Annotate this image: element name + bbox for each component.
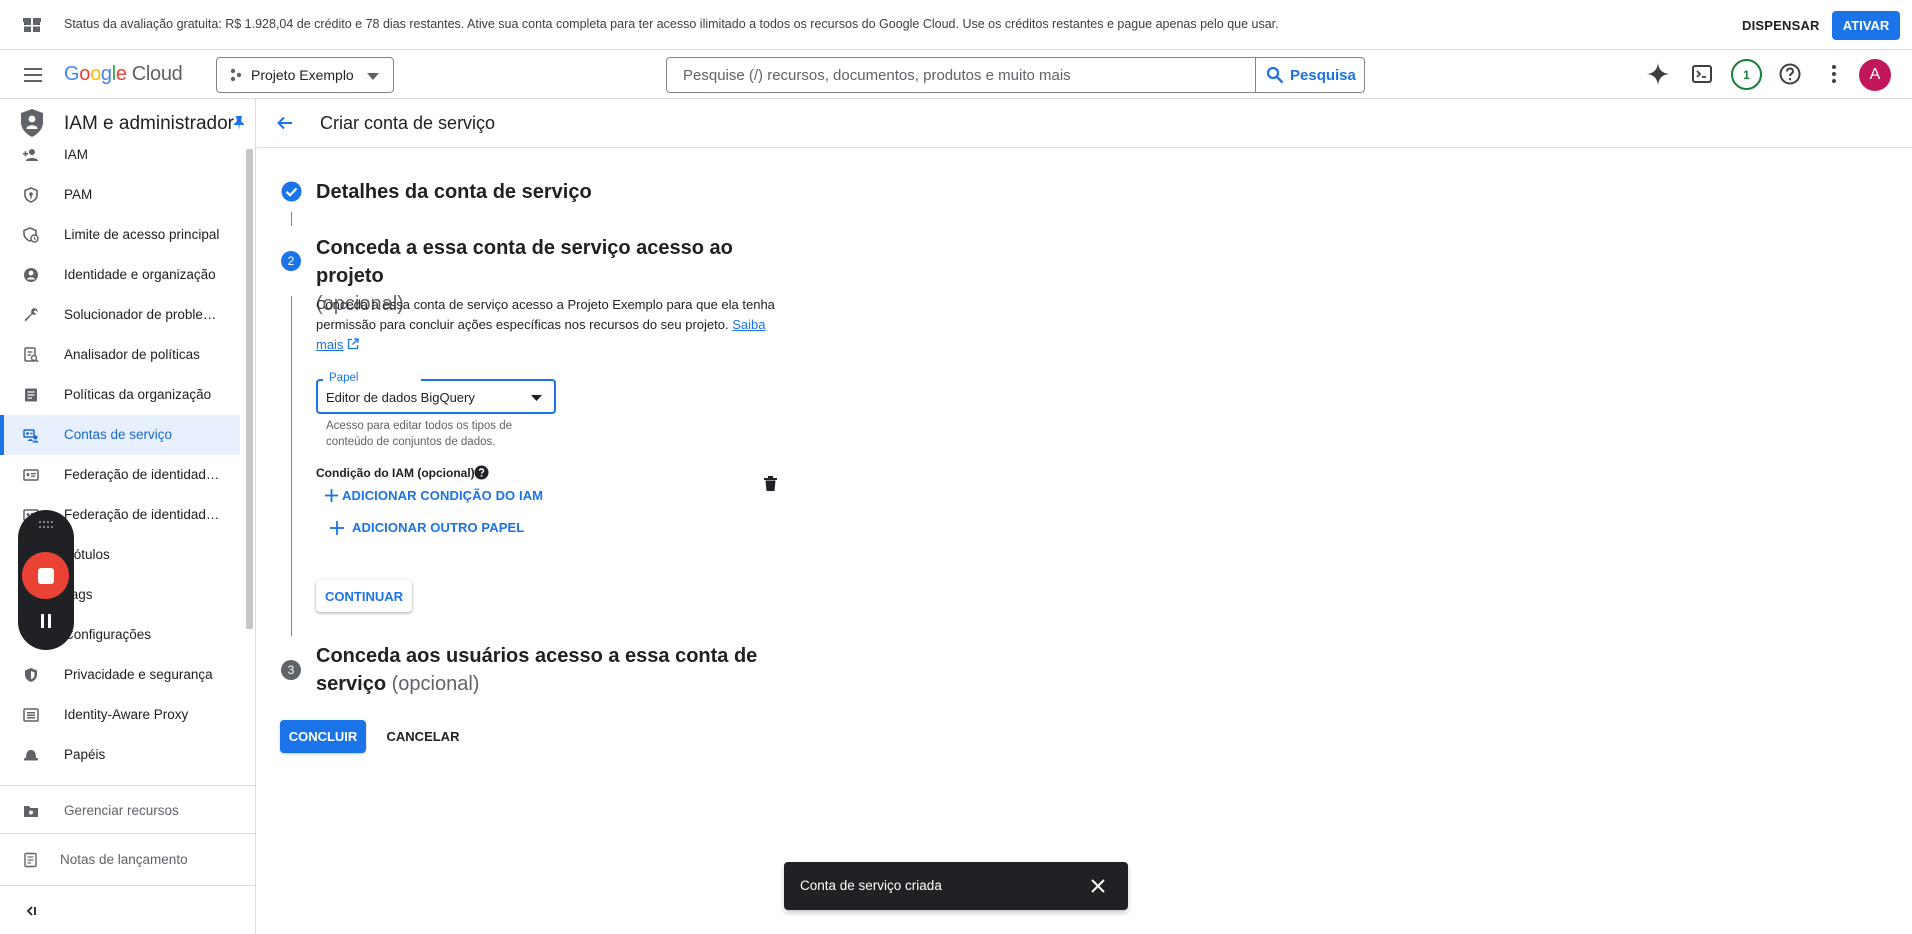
release-notes-icon: [23, 852, 39, 868]
shield-key-icon: [23, 187, 39, 203]
sidebar-item-pam[interactable]: PAM: [0, 175, 240, 215]
step3-title[interactable]: Conceda aos usuários acesso a essa conta…: [316, 642, 796, 698]
snackbar: Conta de serviço criada: [784, 862, 1128, 910]
search-button[interactable]: Pesquisa: [1255, 58, 1364, 92]
help-circle-icon[interactable]: [474, 465, 489, 480]
screen-recorder-widget: [18, 510, 74, 650]
finish-button[interactable]: CONCLUIR: [280, 720, 366, 753]
step-connector: [291, 296, 292, 636]
sidebar-divider: [0, 885, 256, 886]
sidebar-item-workload-identity-federation[interactable]: Federação de identidade da carga de trab…: [0, 455, 240, 495]
chevron-down-icon: [367, 73, 379, 80]
gift-icon: [22, 14, 42, 34]
sidebar-scrollbar[interactable]: [246, 149, 253, 629]
back-arrow-icon[interactable]: [275, 113, 295, 133]
stop-recording-button[interactable]: [22, 552, 69, 599]
main-menu-icon[interactable]: [22, 64, 44, 86]
sidebar-item-identity-organization[interactable]: Identidade e organização: [0, 255, 240, 295]
project-selector[interactable]: Projeto Exemplo: [216, 57, 394, 93]
external-link-icon: [347, 338, 359, 350]
manage-resources-icon: [23, 803, 39, 819]
trial-status-message: Status da avaliação gratuita: R$ 1.928,0…: [64, 17, 1279, 31]
snackbar-message: Conta de serviço criada: [800, 878, 942, 893]
shield-icon: [23, 667, 39, 683]
step2-description: Conceda a essa conta de serviço acesso a…: [316, 297, 775, 352]
account-avatar[interactable]: A: [1859, 59, 1891, 91]
iam-condition-label: Condição do IAM (opcional): [316, 466, 475, 480]
dismiss-button[interactable]: DISPENSAR: [1730, 12, 1832, 38]
release-notes-link[interactable]: Notas de lançamento: [0, 840, 256, 880]
sidebar-item-organization-policies[interactable]: Políticas da organização: [0, 375, 240, 415]
sidebar-item-service-accounts[interactable]: Contas de serviço: [0, 415, 240, 455]
continue-button[interactable]: CONTINUAR: [316, 580, 412, 612]
help-icon[interactable]: [1778, 62, 1802, 86]
cloud-shell-terminal-icon[interactable]: [1690, 62, 1714, 86]
stop-icon: [37, 567, 54, 584]
sidebar-item-roles[interactable]: Papéis: [0, 735, 240, 775]
project-name: Projeto Exemplo: [251, 67, 354, 83]
role-value: Editor de dados BigQuery: [326, 390, 475, 405]
search-bar: Pesquisa: [666, 57, 1365, 93]
search-input[interactable]: [667, 58, 1255, 92]
service-account-icon: [23, 427, 39, 443]
sidebar-item-privacy-security[interactable]: Privacidade e segurança: [0, 655, 240, 695]
page-header: Criar conta de serviço: [257, 99, 1912, 148]
sidebar-item-identity-aware-proxy[interactable]: Identity-Aware Proxy: [0, 695, 240, 735]
manage-resources-link[interactable]: Gerenciar recursos: [0, 791, 256, 831]
activate-button[interactable]: ATIVAR: [1832, 11, 1900, 40]
wrench-icon: [23, 307, 39, 323]
project-icon: [229, 68, 243, 82]
policy-analyzer-icon: [23, 347, 39, 363]
trial-banner: Status da avaliação gratuita: R$ 1.928,0…: [0, 0, 1912, 50]
document-icon: [23, 387, 39, 403]
more-options-icon[interactable]: [1822, 62, 1846, 86]
step-connector: [291, 212, 292, 226]
page-title: Criar conta de serviço: [320, 113, 496, 133]
sidebar-divider: [0, 785, 256, 786]
add-another-role-button[interactable]: ADICIONAR OUTRO PAPEL: [330, 520, 524, 535]
plus-icon: [330, 520, 344, 535]
collapse-sidebar-icon[interactable]: [24, 904, 38, 918]
pause-icon[interactable]: [39, 613, 53, 629]
sidebar-divider: [0, 833, 256, 834]
role-hint: Acesso para editar todos os tipos de con…: [326, 420, 513, 448]
role-select[interactable]: Papel Editor de dados BigQuery: [316, 372, 556, 414]
top-header: GoogleCloud Projeto Exemplo Pesquisa 1 A: [0, 50, 1912, 99]
id-card-icon: [23, 467, 39, 483]
shield-clock-icon: [23, 227, 39, 243]
gemini-sparkle-icon[interactable]: [1646, 62, 1670, 86]
drag-handle-icon[interactable]: [38, 520, 54, 530]
proxy-icon: [23, 707, 39, 723]
role-label: Papel: [326, 372, 362, 384]
sidebar-item-policy-troubleshooter[interactable]: Solucionador de problemas de políticas: [0, 295, 240, 335]
sidebar-item-principal-access-boundary[interactable]: Limite de acesso principal: [0, 215, 240, 255]
sidebar-item-iam[interactable]: IAM: [0, 135, 240, 175]
step-complete-check-icon: [281, 181, 302, 202]
sidebar-item-policy-analyzer[interactable]: Analisador de políticas: [0, 335, 240, 375]
delete-trash-icon[interactable]: [764, 476, 777, 491]
hat-icon: [23, 747, 39, 763]
search-icon: [1266, 66, 1284, 84]
sidebar-title: IAM e administrador: [64, 113, 235, 134]
account-circle-icon: [23, 267, 39, 283]
cancel-button[interactable]: CANCELAR: [380, 720, 466, 753]
plus-icon: [325, 489, 338, 502]
dropdown-arrow-icon: [531, 395, 542, 401]
step3-number: 3: [281, 660, 301, 680]
step2-number: 2: [281, 251, 301, 271]
add-iam-condition-button[interactable]: ADICIONAR CONDIÇÃO DO IAM: [325, 488, 543, 503]
person-add-icon: [23, 147, 39, 163]
pin-icon[interactable]: [233, 116, 245, 130]
google-cloud-logo[interactable]: Google Cloud: [64, 63, 183, 86]
close-icon[interactable]: [1090, 878, 1106, 894]
step1-title[interactable]: Detalhes da conta de serviço: [316, 178, 592, 206]
notifications-badge[interactable]: 1: [1731, 59, 1762, 90]
iam-shield-icon: [20, 108, 44, 138]
